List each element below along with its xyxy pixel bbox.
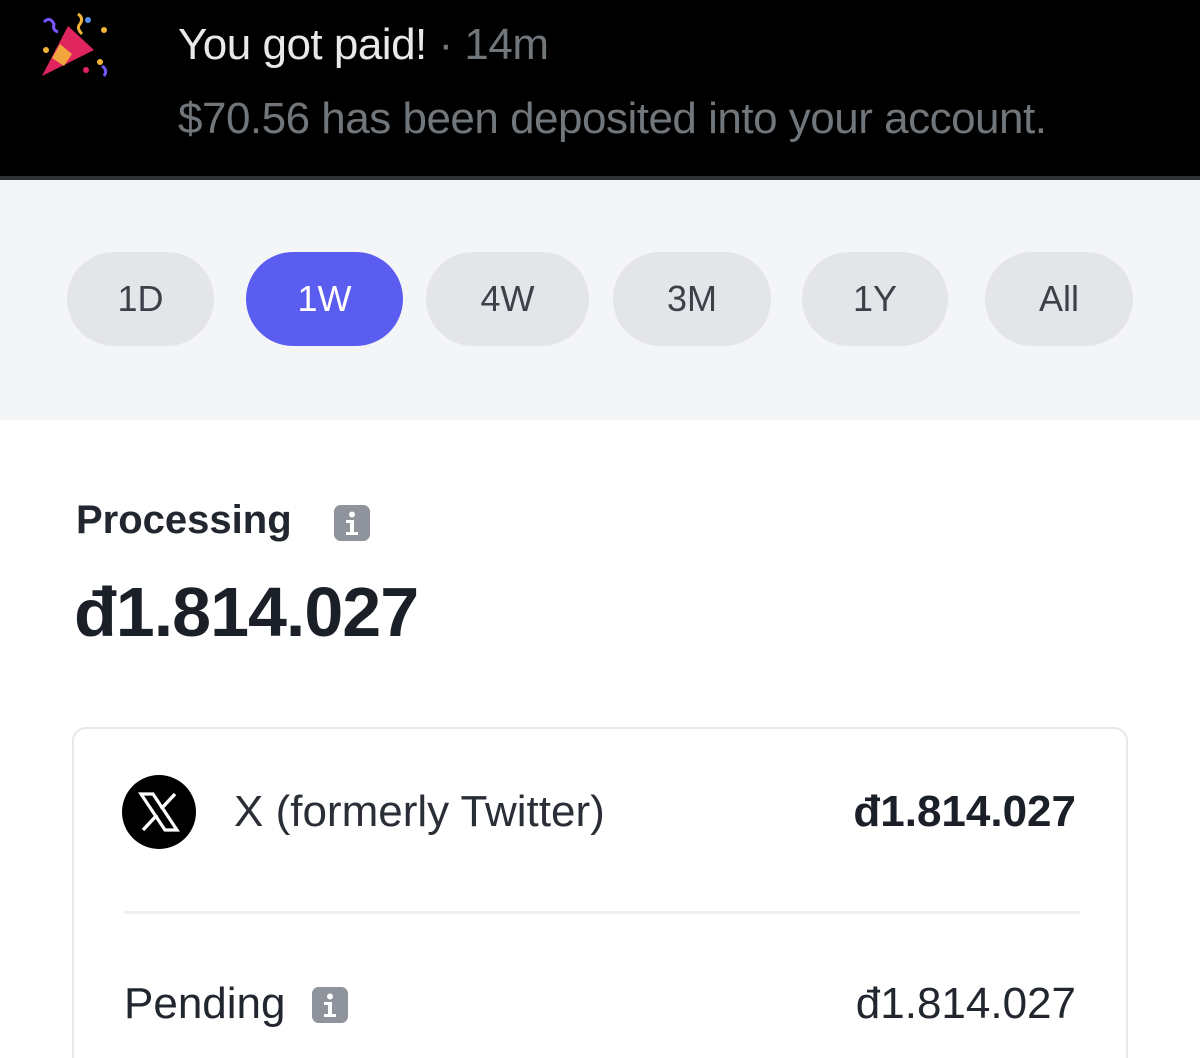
source-name: X (formerly Twitter) <box>234 787 605 836</box>
processing-info-icon[interactable] <box>334 505 370 541</box>
range-option-all[interactable]: All <box>985 252 1133 346</box>
party-popper-icon <box>42 12 108 77</box>
notification-time: 14m <box>464 20 549 69</box>
x-logo-icon <box>122 775 196 849</box>
processing-label: Processing <box>76 498 292 542</box>
range-selector: 1D 1W 4W 3M 1Y All <box>0 180 1200 420</box>
processing-amount: đ1.814.027 <box>74 573 419 651</box>
notification-title-line: You got paid! · 14m <box>178 18 549 72</box>
range-option-3m[interactable]: 3M <box>613 252 771 346</box>
notification-separator: · <box>438 20 454 69</box>
range-option-4w[interactable]: 4W <box>426 252 589 346</box>
earnings-panel: Processing đ1.814.027 X (formerly Twitte… <box>0 420 1200 1058</box>
pending-info-icon[interactable] <box>312 987 348 1023</box>
range-option-1y[interactable]: 1Y <box>802 252 948 346</box>
card-divider <box>124 911 1080 914</box>
pending-label: Pending <box>124 979 286 1028</box>
range-option-1w[interactable]: 1W <box>246 252 403 346</box>
pending-amount: đ1.814.027 <box>855 979 1076 1028</box>
payment-notification[interactable]: You got paid! · 14m $70.56 has been depo… <box>0 0 1200 176</box>
notification-title: You got paid! <box>178 20 427 69</box>
notification-body: $70.56 has been deposited into your acco… <box>178 94 1047 143</box>
range-option-1d[interactable]: 1D <box>67 252 214 346</box>
source-amount: đ1.814.027 <box>853 787 1076 836</box>
earnings-breakdown-card: X (formerly Twitter) đ1.814.027 Pending … <box>72 727 1128 1058</box>
